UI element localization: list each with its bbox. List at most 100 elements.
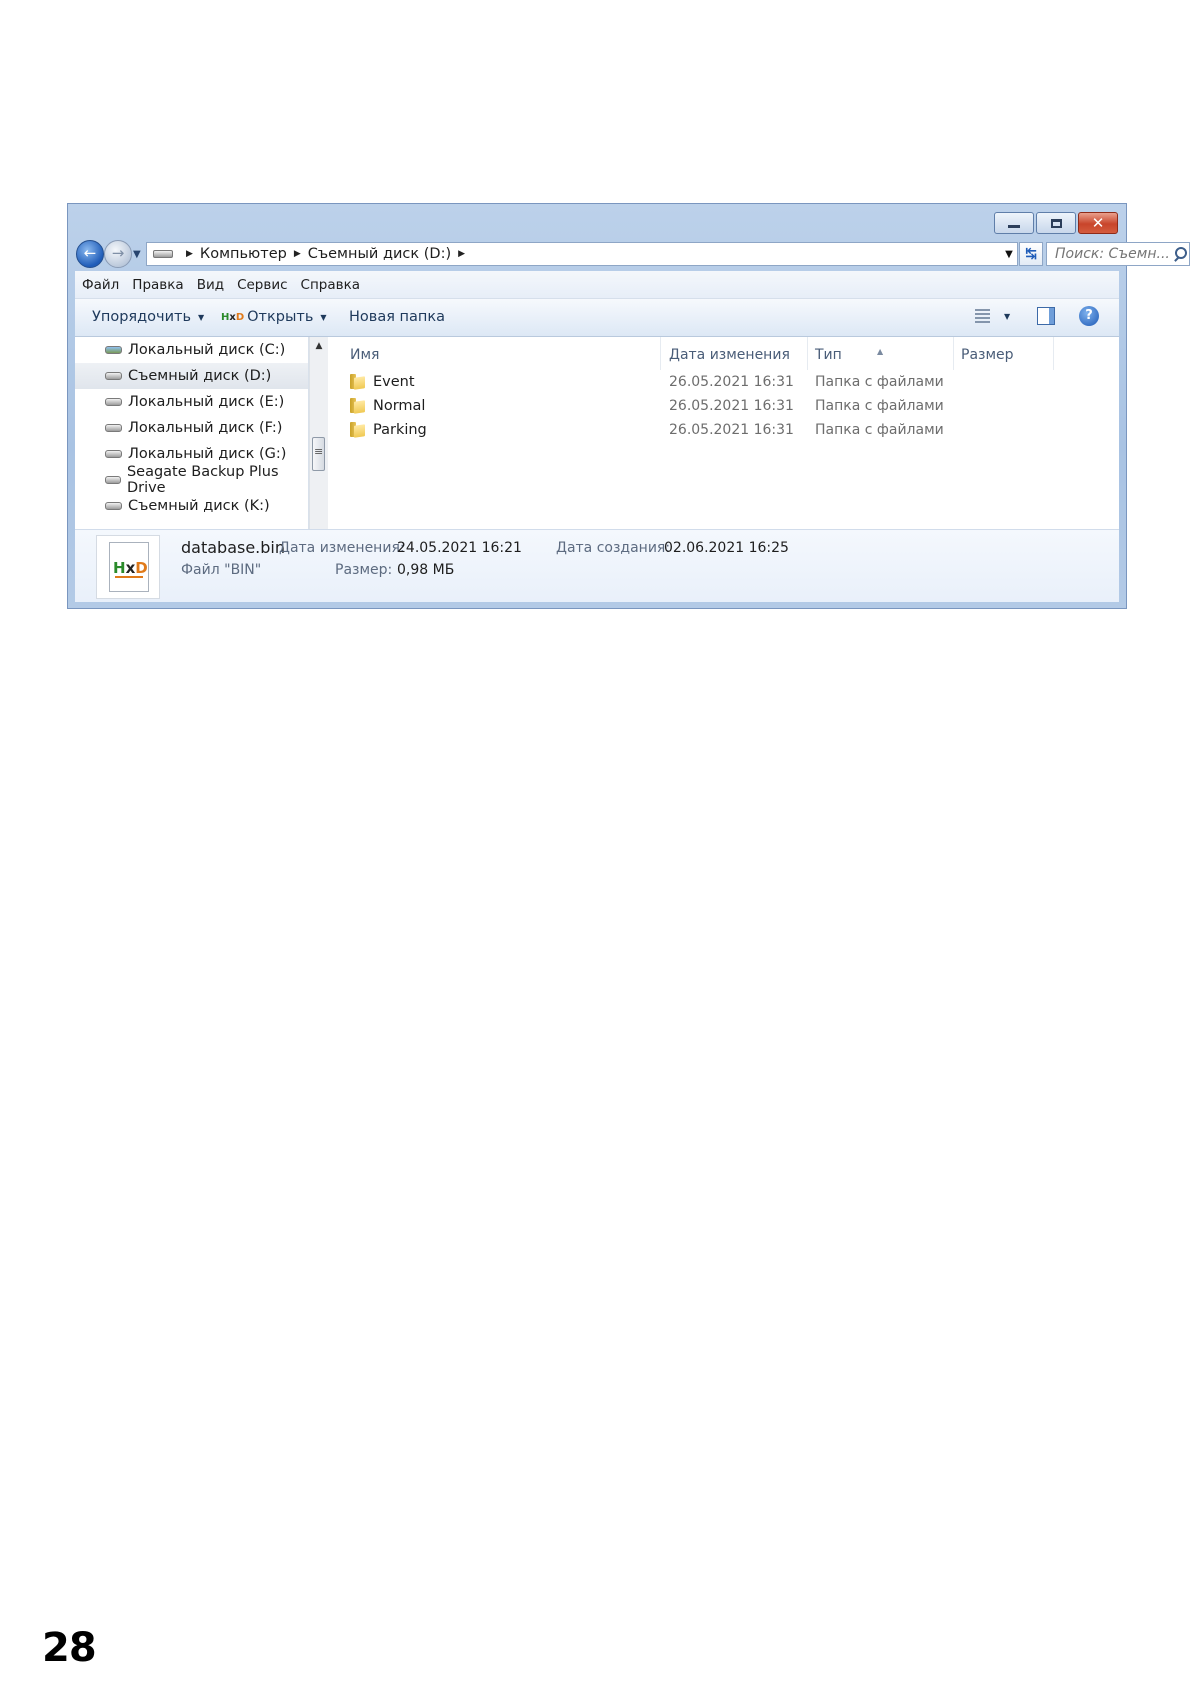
- view-details-icon: [975, 309, 990, 323]
- folder-icon: [350, 374, 365, 389]
- drive-icon: [153, 250, 173, 258]
- chevron-down-icon: ▼: [198, 312, 205, 322]
- details-modified-value: 24.05.2021 16:21: [397, 540, 522, 556]
- help-icon[interactable]: ?: [1079, 306, 1099, 326]
- address-bar[interactable]: ▶ Компьютер ▶ Съемный диск (D:) ▶ ▼: [146, 242, 1018, 266]
- explorer-window: ✕ ← → ▼ ▶ Компьютер ▶ Съемный диск (D:) …: [67, 203, 1190, 609]
- row-type: Папка с файлами: [815, 374, 944, 390]
- breadcrumb-separator-icon[interactable]: ▶: [186, 249, 193, 259]
- scrollbar-thumb[interactable]: [312, 437, 325, 471]
- column-name[interactable]: Имя: [350, 347, 379, 363]
- column-divider[interactable]: [1053, 337, 1054, 370]
- window-controls: ✕: [992, 212, 1118, 234]
- sidebar-item-label: Съемный диск (D:): [128, 368, 272, 384]
- table-row[interactable]: Parking 26.05.2021 16:31 Папка с файлами: [328, 418, 1119, 442]
- column-divider[interactable]: [807, 337, 808, 370]
- arrow-right-icon: →: [111, 244, 125, 262]
- hxd-icon: HxD: [221, 311, 245, 323]
- menu-edit[interactable]: Правка: [132, 277, 183, 293]
- forward-button[interactable]: →: [104, 240, 132, 268]
- row-type: Папка с файлами: [815, 398, 944, 414]
- preview-pane-icon[interactable]: [1037, 307, 1055, 325]
- sort-arrow-icon: ▲: [877, 347, 884, 356]
- sidebar-item-drive-k[interactable]: Съемный диск (K:): [75, 493, 308, 519]
- menu-help[interactable]: Справка: [301, 277, 360, 293]
- system-drive-icon: [105, 346, 122, 354]
- row-date: 26.05.2021 16:31: [669, 374, 794, 390]
- column-date[interactable]: Дата изменения: [669, 347, 790, 363]
- row-type: Папка с файлами: [815, 422, 944, 438]
- row-date: 26.05.2021 16:31: [669, 422, 794, 438]
- open-label: Открыть: [247, 309, 314, 325]
- details-pane: HxD database.bin Файл "BIN" Дата изменен…: [75, 529, 1119, 602]
- command-bar: Упорядочить ▼ HxD Открыть ▼ Новая папка …: [75, 299, 1119, 337]
- navigation-scrollbar[interactable]: ▲: [309, 337, 328, 529]
- close-button[interactable]: ✕: [1078, 212, 1118, 234]
- column-divider[interactable]: [660, 337, 661, 370]
- sidebar-item-drive-c[interactable]: Локальный диск (C:): [75, 337, 308, 363]
- details-created-label: Дата создания:: [556, 540, 671, 556]
- details-created-value: 02.06.2021 16:25: [664, 540, 789, 556]
- search-box[interactable]: [1046, 242, 1190, 266]
- organize-button[interactable]: Упорядочить ▼: [92, 309, 204, 325]
- column-type[interactable]: Тип: [815, 347, 842, 363]
- refresh-button[interactable]: ↹: [1019, 242, 1043, 266]
- minimize-button[interactable]: [994, 212, 1034, 234]
- organize-label: Упорядочить: [92, 309, 191, 325]
- sidebar-item-drive-e[interactable]: Локальный диск (E:): [75, 389, 308, 415]
- menu-bar: Файл Правка Вид Сервис Справка: [75, 271, 1119, 299]
- removable-drive-icon: [105, 502, 122, 510]
- drive-icon: [105, 476, 121, 484]
- chevron-down-icon: ▼: [320, 312, 327, 322]
- row-date: 26.05.2021 16:31: [669, 398, 794, 414]
- breadcrumb-separator-icon[interactable]: ▶: [294, 249, 301, 259]
- row-name: Normal: [373, 398, 426, 414]
- menu-view[interactable]: Вид: [197, 277, 224, 293]
- page-number: 28: [42, 1625, 97, 1671]
- hxd-icon: HxD: [113, 559, 148, 577]
- sidebar-item-seagate[interactable]: Seagate Backup Plus Drive: [75, 464, 308, 496]
- breadcrumb-separator-icon[interactable]: ▶: [458, 249, 465, 259]
- back-button[interactable]: ←: [76, 240, 104, 268]
- sidebar-item-drive-d[interactable]: Съемный диск (D:): [75, 363, 308, 389]
- new-folder-label: Новая папка: [349, 309, 446, 325]
- open-button[interactable]: HxD Открыть ▼: [221, 309, 327, 325]
- details-size-label: Размер:: [335, 562, 393, 578]
- refresh-icon: ↹: [1025, 246, 1037, 262]
- sidebar-item-label: Локальный диск (C:): [128, 342, 286, 358]
- table-row[interactable]: Event 26.05.2021 16:31 Папка с файлами: [328, 370, 1119, 394]
- minimize-icon: [1008, 224, 1020, 228]
- navigation-pane: Локальный диск (C:) Съемный диск (D:) Ло…: [75, 337, 309, 529]
- breadcrumb-computer[interactable]: Компьютер: [200, 246, 287, 262]
- drive-icon: [105, 424, 122, 432]
- address-dropdown-icon[interactable]: ▼: [1001, 249, 1017, 260]
- maximize-button[interactable]: [1036, 212, 1076, 234]
- history-dropdown-button[interactable]: ▼: [133, 249, 141, 260]
- breadcrumb-drive-d[interactable]: Съемный диск (D:): [308, 246, 451, 262]
- maximize-icon: [1050, 218, 1062, 228]
- sidebar-item-label: Локальный диск (E:): [128, 394, 285, 410]
- scroll-up-icon[interactable]: ▲: [310, 337, 328, 355]
- search-input[interactable]: [1047, 246, 1173, 262]
- column-divider[interactable]: [953, 337, 954, 370]
- column-header: Имя Дата изменения ▲ Тип Размер: [328, 337, 1119, 370]
- table-row[interactable]: Normal 26.05.2021 16:31 Папка с файлами: [328, 394, 1119, 418]
- file-thumbnail: HxD: [96, 535, 160, 599]
- sidebar-item-drive-f[interactable]: Локальный диск (F:): [75, 415, 308, 441]
- details-size-value: 0,98 МБ: [397, 562, 455, 578]
- sidebar-item-label: Seagate Backup Plus Drive: [126, 464, 279, 496]
- change-view-button[interactable]: ▼: [975, 309, 1010, 323]
- menu-tools[interactable]: Сервис: [237, 277, 287, 293]
- drive-icon: [105, 450, 122, 458]
- search-icon[interactable]: [1173, 247, 1187, 261]
- arrow-left-icon: ←: [83, 244, 97, 262]
- sidebar-item-label: Локальный диск (G:): [128, 446, 287, 462]
- details-filename: database.bin: [181, 538, 286, 557]
- new-folder-button[interactable]: Новая папка: [349, 309, 445, 325]
- column-size[interactable]: Размер: [961, 347, 1014, 363]
- row-name: Parking: [373, 422, 427, 438]
- sidebar-item-label: Съемный диск (K:): [128, 498, 270, 514]
- details-modified-label: Дата изменения:: [279, 540, 405, 556]
- removable-drive-icon: [105, 372, 122, 380]
- menu-file[interactable]: Файл: [82, 277, 119, 293]
